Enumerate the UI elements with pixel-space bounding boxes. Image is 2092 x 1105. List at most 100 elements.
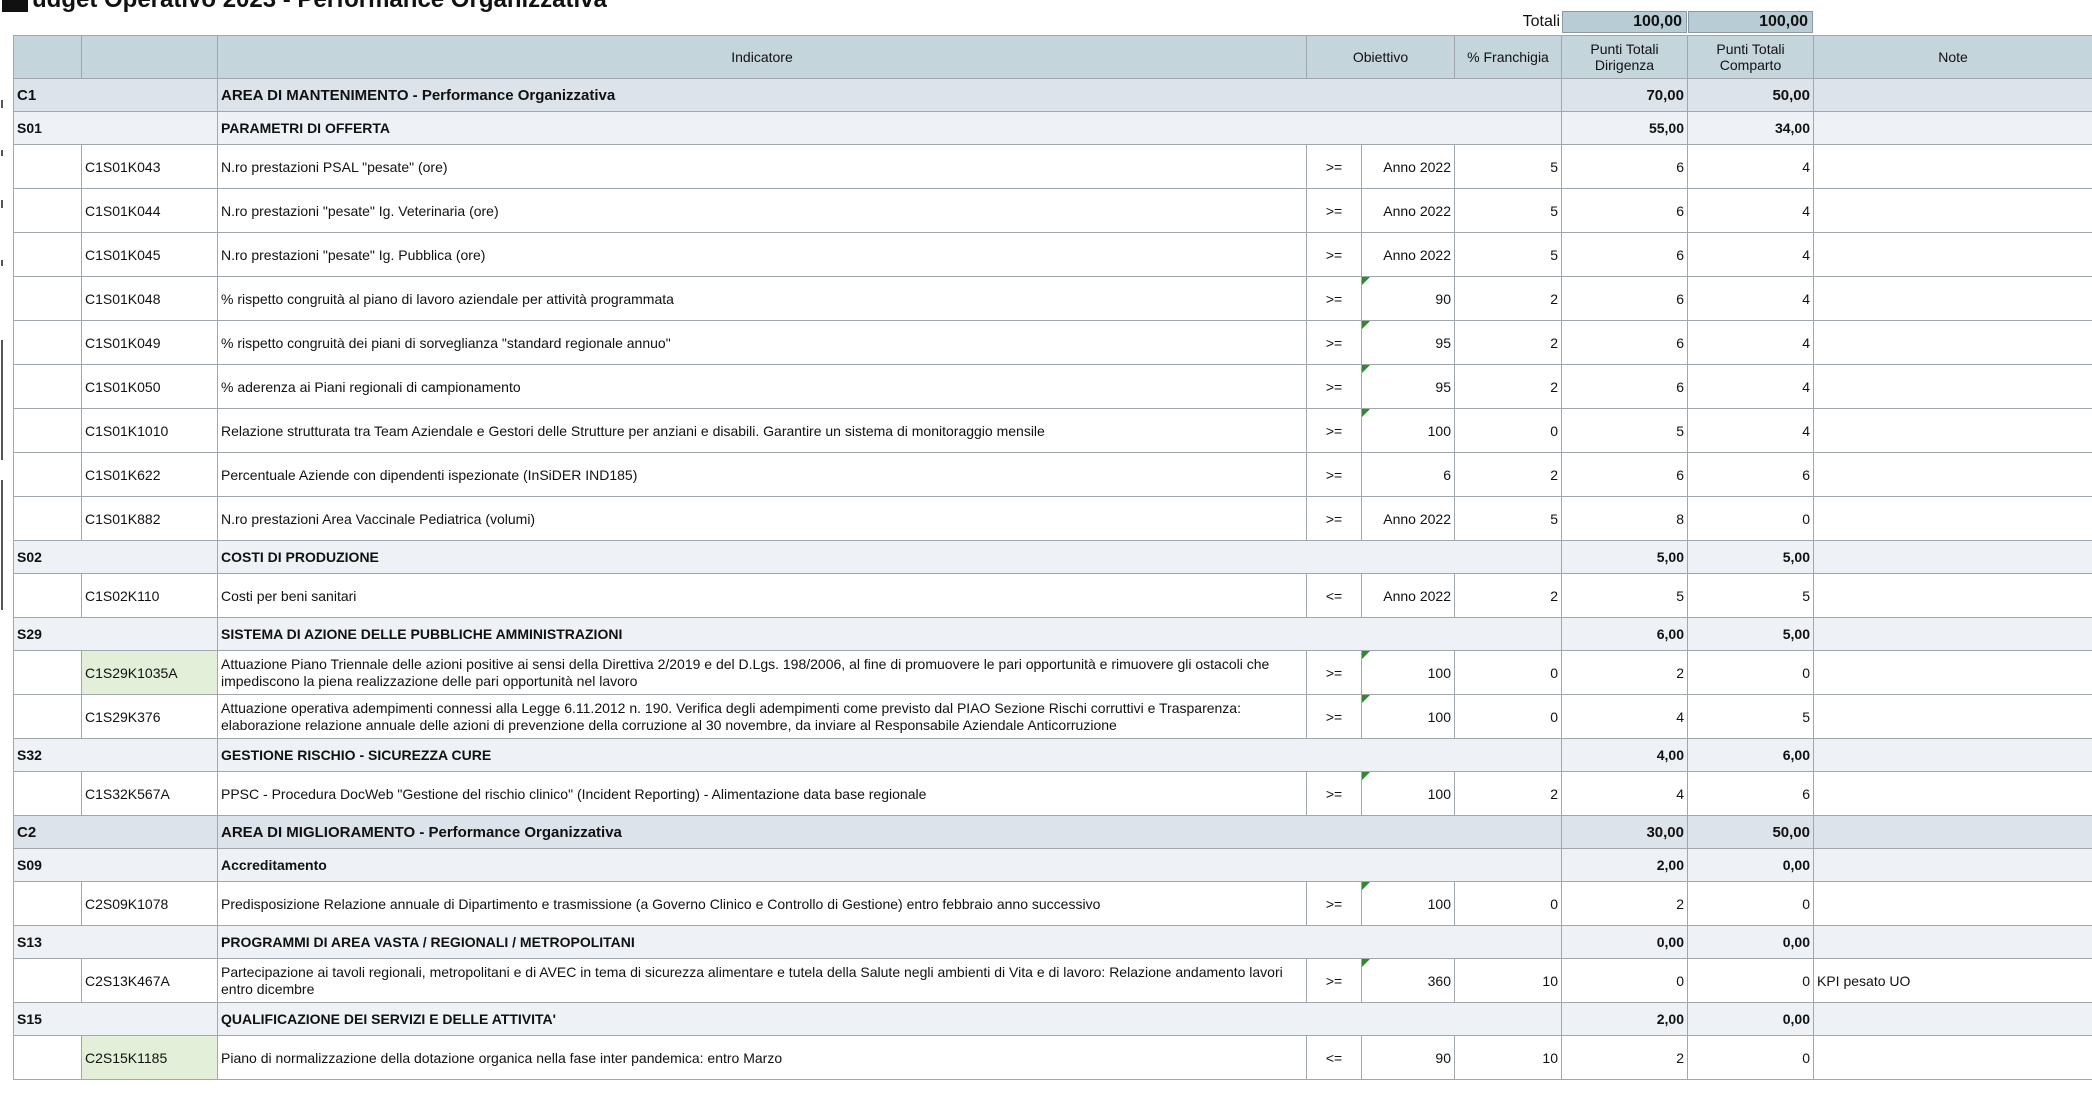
comparto-points: 0: [1687, 958, 1814, 1003]
objective-value: 95: [1361, 364, 1455, 409]
indicator-code: C1S01K622: [81, 452, 218, 497]
comparto-points: 6: [1687, 452, 1814, 497]
sec-note: [1813, 848, 2092, 882]
objective-value: Anno 2022: [1361, 144, 1455, 189]
indicator-code: C1S32K567A: [81, 771, 218, 816]
indicator-code: C2S15K1185: [81, 1035, 218, 1080]
totals-comparto: 100,00: [1688, 11, 1813, 33]
comparto-points: 4: [1687, 320, 1814, 365]
header-note: Note: [1813, 35, 2092, 79]
objective-operator: >=: [1306, 144, 1362, 189]
objective-value: Anno 2022: [1361, 496, 1455, 541]
sec-code: S09: [13, 848, 218, 882]
indent-cell: [13, 958, 82, 1003]
sec-title: SISTEMA DI AZIONE DELLE PUBBLICHE AMMINI…: [217, 617, 1562, 651]
area-title: AREA DI MANTENIMENTO - Performance Organ…: [217, 78, 1562, 112]
sec-title: COSTI DI PRODUZIONE: [217, 540, 1562, 574]
indicator-row: C1S02K110 Costi per beni sanitari <= Anno 2…: [13, 573, 2092, 618]
area-row: C2 AREA DI MIGLIORAMENTO - Performance Or…: [13, 815, 2092, 849]
objective-operator: >=: [1306, 408, 1362, 453]
franchigia-value: 0: [1454, 881, 1562, 926]
area-title: AREA DI MIGLIORAMENTO - Performance Orga…: [217, 815, 1562, 849]
sec-dirigenza: 55,00: [1561, 111, 1688, 145]
indent-cell: [13, 771, 82, 816]
note-cell: [1813, 1035, 2092, 1080]
franchigia-value: 0: [1454, 694, 1562, 739]
indicator-description: Partecipazione ai tavoli regionali, metr…: [217, 958, 1307, 1003]
note-cell: [1813, 771, 2092, 816]
objective-operator: >=: [1306, 694, 1362, 739]
indent-cell: [13, 694, 82, 739]
indicator-description: Costi per beni sanitari: [217, 573, 1307, 618]
indicator-description: Attuazione operativa adempimenti conness…: [217, 694, 1307, 739]
sec-code: S13: [13, 925, 218, 959]
objective-value: 100: [1361, 771, 1455, 816]
note-cell: [1813, 408, 2092, 453]
section-row: S32 GESTIONE RISCHIO - SICUREZZA CURE 4,00…: [13, 738, 2092, 772]
side-margin-marks: [0, 100, 8, 620]
note-cell: [1813, 573, 2092, 618]
area-note: [1813, 815, 2092, 849]
indent-cell: [13, 881, 82, 926]
dirigenza-points: 8: [1561, 496, 1688, 541]
indent-cell: [13, 144, 82, 189]
objective-value: Anno 2022: [1361, 232, 1455, 277]
objective-operator: >=: [1306, 881, 1362, 926]
sec-note: [1813, 111, 2092, 145]
sec-title: QUALIFICAZIONE DEI SERVIZI E DELLE ATTIV…: [217, 1002, 1562, 1036]
comparto-points: 4: [1687, 188, 1814, 233]
indicator-row: C1S01K1010 Relazione strutturata tra Team…: [13, 408, 2092, 453]
sec-title: GESTIONE RISCHIO - SICUREZZA CURE: [217, 738, 1562, 772]
indicator-row: C1S01K048% rispetto congruità al piano d…: [13, 276, 2092, 321]
indicator-code: C2S09K1078: [81, 881, 218, 926]
sec-code: S01: [13, 111, 218, 145]
franchigia-value: 5: [1454, 144, 1562, 189]
indicator-description: N.ro prestazioni "pesate" Ig. Veterinari…: [217, 188, 1307, 233]
objective-value: 100: [1361, 881, 1455, 926]
comparto-points: 4: [1687, 232, 1814, 277]
indent-cell: [13, 276, 82, 321]
dirigenza-points: 6: [1561, 232, 1688, 277]
franchigia-value: 0: [1454, 650, 1562, 695]
section-row: S15 QUALIFICAZIONE DEI SERVIZI E DELLE AT…: [13, 1002, 2092, 1036]
area-dirigenza: 70,00: [1561, 78, 1688, 112]
area-note: [1813, 78, 2092, 112]
sec-comparto: 5,00: [1687, 617, 1814, 651]
indent-cell: [13, 1035, 82, 1080]
indicator-description: Attuazione Piano Triennale delle azioni …: [217, 650, 1307, 695]
sec-comparto: 6,00: [1687, 738, 1814, 772]
objective-operator: >=: [1306, 232, 1362, 277]
sec-code: S32: [13, 738, 218, 772]
objective-operator: >=: [1306, 276, 1362, 321]
indicator-code: C1S01K1010: [81, 408, 218, 453]
franchigia-value: 5: [1454, 188, 1562, 233]
comparto-points: 0: [1687, 650, 1814, 695]
note-cell: [1813, 694, 2092, 739]
note-cell: [1813, 496, 2092, 541]
dirigenza-points: 6: [1561, 276, 1688, 321]
note-cell: KPI pesato UO: [1813, 958, 2092, 1003]
section-row: S09 Accreditamento 2,00 0,00: [13, 848, 2092, 882]
sec-note: [1813, 540, 2092, 574]
dirigenza-points: 2: [1561, 650, 1688, 695]
section-row: S02 COSTI DI PRODUZIONE 5,00 5,00: [13, 540, 2092, 574]
note-cell: [1813, 144, 2092, 189]
comparto-points: 0: [1687, 496, 1814, 541]
objective-value: 95: [1361, 320, 1455, 365]
indicator-row: C2S15K1185 Piano di normalizzazione della…: [13, 1035, 2092, 1080]
sec-comparto: 0,00: [1687, 1002, 1814, 1036]
dirigenza-points: 6: [1561, 320, 1688, 365]
indicator-description: N.ro prestazioni Area Vaccinale Pediatri…: [217, 496, 1307, 541]
indent-cell: [13, 320, 82, 365]
objective-operator: >=: [1306, 188, 1362, 233]
objective-operator: <=: [1306, 573, 1362, 618]
indicator-row: C1S01K050% aderenza ai Piani regionali d…: [13, 364, 2092, 409]
indent-cell: [13, 573, 82, 618]
note-cell: [1813, 881, 2092, 926]
indent-cell: [13, 232, 82, 277]
franchigia-value: 2: [1454, 364, 1562, 409]
franchigia-value: 2: [1454, 276, 1562, 321]
section-row: S01 PARAMETRI DI OFFERTA 55,00 34,00: [13, 111, 2092, 145]
indicator-description: N.ro prestazioni "pesate" Ig. Pubblica (…: [217, 232, 1307, 277]
indent-cell: [13, 452, 82, 497]
